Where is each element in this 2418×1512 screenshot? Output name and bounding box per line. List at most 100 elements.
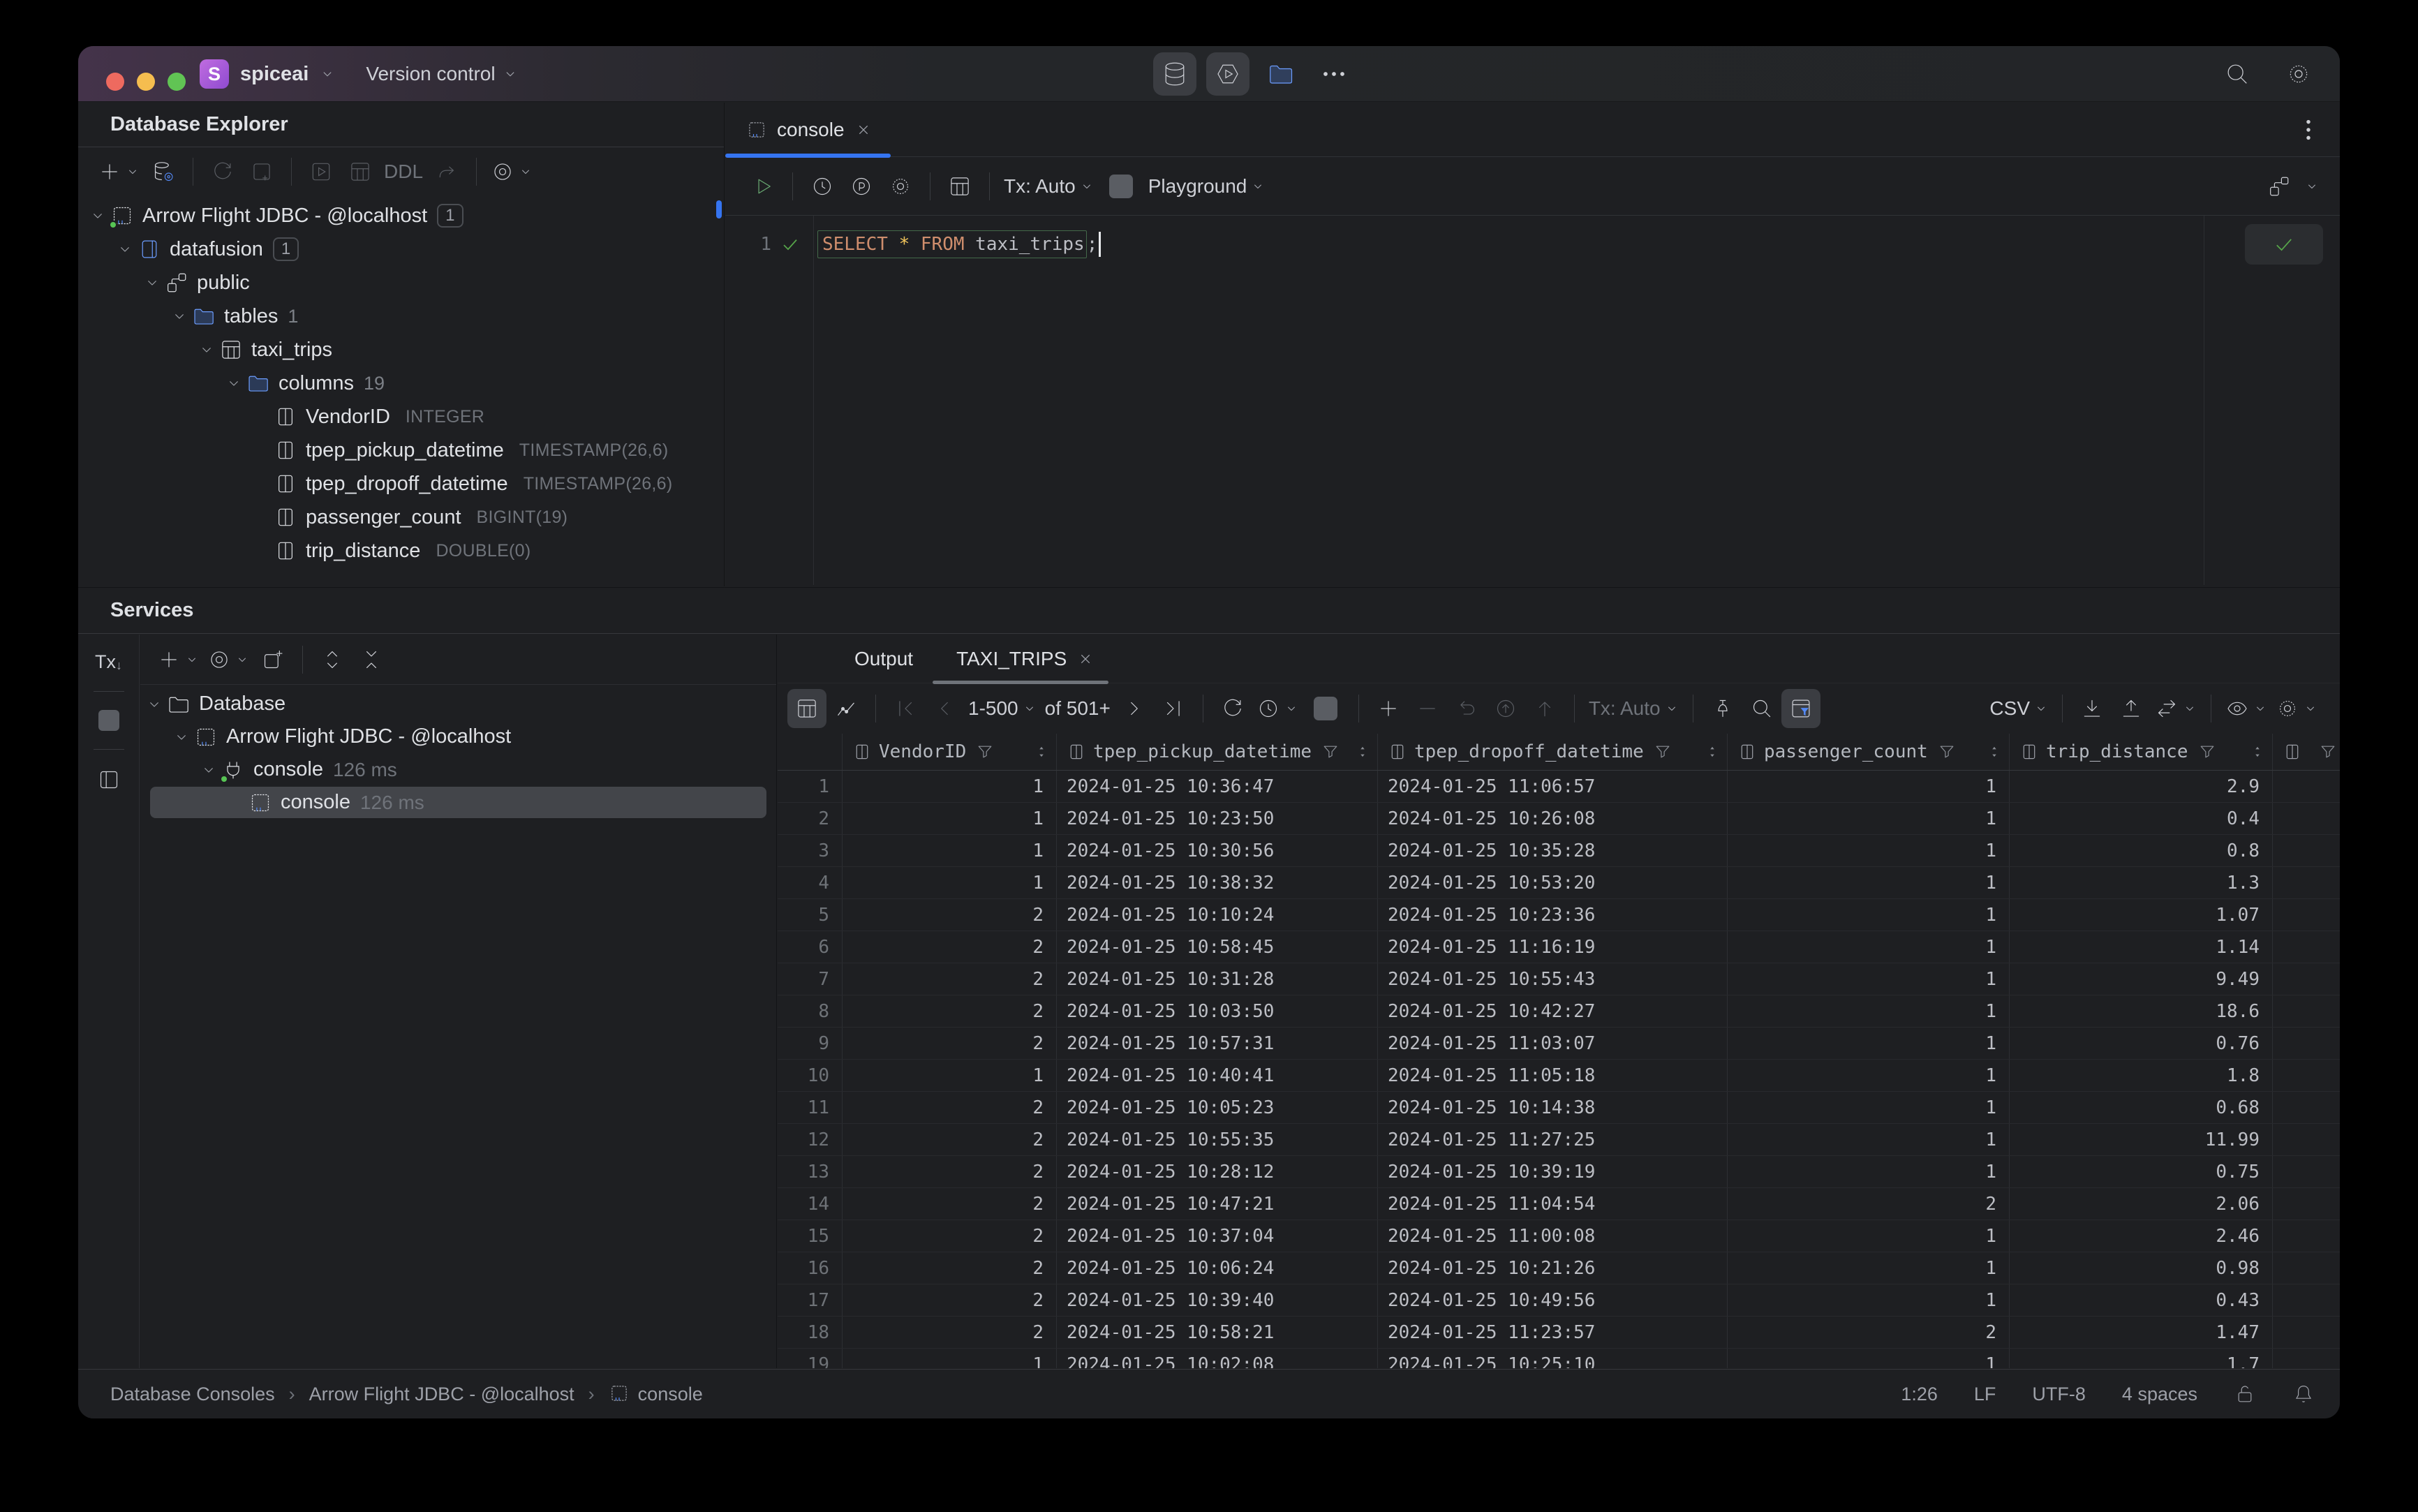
cell[interactable]: 2024-01-25 10:02:08 bbox=[1057, 1349, 1378, 1368]
table-row[interactable]: 1 1 2024-01-25 10:36:47 2024-01-25 11:06:57… bbox=[778, 771, 2340, 803]
cell[interactable]: 2.9 bbox=[2010, 771, 2273, 802]
layout-icon[interactable] bbox=[97, 768, 121, 792]
chevron-down-icon[interactable] bbox=[85, 203, 110, 228]
cell[interactable] bbox=[2273, 1188, 2340, 1220]
cell[interactable] bbox=[2273, 1252, 2340, 1284]
table-row[interactable]: 14 2 2024-01-25 10:47:21 2024-01-25 11:04:5… bbox=[778, 1188, 2340, 1220]
tree-item-tables[interactable]: tables 1 bbox=[78, 299, 724, 333]
cell[interactable]: 2 bbox=[1728, 1317, 2010, 1348]
cell[interactable]: 2 bbox=[843, 963, 1057, 995]
cell[interactable]: 0.68 bbox=[2010, 1092, 2273, 1123]
cell[interactable]: 2 bbox=[843, 1028, 1057, 1059]
tree-item-vendorid[interactable]: VendorID INTEGER bbox=[78, 400, 724, 433]
cell[interactable]: 1 bbox=[1728, 899, 2010, 931]
cell[interactable]: 2 bbox=[843, 931, 1057, 963]
cell[interactable]: 2024-01-25 11:06:57 bbox=[1378, 771, 1728, 802]
column-header-tpep_dropoff_datetime[interactable]: tpep_dropoff_datetime bbox=[1378, 734, 1728, 770]
cell[interactable]: 2024-01-25 10:05:23 bbox=[1057, 1092, 1378, 1123]
chevron-down-icon[interactable] bbox=[140, 270, 165, 295]
schema-selector[interactable] bbox=[2267, 175, 2319, 198]
tab-console[interactable]: console bbox=[725, 103, 891, 158]
tx-mode-select[interactable]: Tx: Auto bbox=[1000, 167, 1098, 206]
export-data-button[interactable] bbox=[2072, 689, 2112, 728]
open-in-new-tab-button[interactable] bbox=[253, 640, 292, 679]
chevron-down-icon[interactable] bbox=[112, 237, 138, 262]
encoding-widget[interactable]: UTF-8 bbox=[2032, 1384, 2086, 1405]
cell[interactable]: 1 bbox=[1728, 963, 2010, 995]
chevron-down-icon[interactable] bbox=[196, 757, 221, 783]
cell[interactable]: 1 bbox=[843, 803, 1057, 834]
console-color-swatch[interactable] bbox=[1098, 167, 1144, 206]
cell[interactable] bbox=[2273, 835, 2340, 866]
indent-widget[interactable]: 4 spaces bbox=[2122, 1384, 2197, 1405]
column-header-vendorid[interactable]: VendorID bbox=[843, 734, 1057, 770]
cell[interactable]: 2024-01-25 10:40:41 bbox=[1057, 1060, 1378, 1091]
table-row[interactable]: 17 2 2024-01-25 10:39:40 2024-01-25 10:49:5… bbox=[778, 1284, 2340, 1317]
tree-item-console[interactable]: console 126 ms bbox=[140, 753, 776, 786]
cell[interactable]: 2024-01-25 10:35:28 bbox=[1378, 835, 1728, 866]
cell[interactable]: 1.47 bbox=[2010, 1317, 2273, 1348]
cell[interactable]: 1 bbox=[843, 835, 1057, 866]
table-row[interactable]: 16 2 2024-01-25 10:06:24 2024-01-25 10:21:2… bbox=[778, 1252, 2340, 1284]
cell[interactable]: 1 bbox=[1728, 1060, 2010, 1091]
cell[interactable]: 18.6 bbox=[2010, 995, 2273, 1027]
cell[interactable]: 1.07 bbox=[2010, 899, 2273, 931]
cell[interactable]: 1 bbox=[1728, 803, 2010, 834]
cell[interactable] bbox=[2273, 1060, 2340, 1091]
datasource-properties-button[interactable] bbox=[144, 152, 183, 191]
cell[interactable]: 1.3 bbox=[2010, 867, 2273, 898]
cell[interactable]: 2024-01-25 10:30:56 bbox=[1057, 835, 1378, 866]
cell[interactable]: 1 bbox=[1728, 931, 2010, 963]
cell[interactable] bbox=[2273, 1349, 2340, 1368]
cell[interactable]: 2024-01-25 11:05:18 bbox=[1378, 1060, 1728, 1091]
cell[interactable]: 2 bbox=[1728, 1188, 2010, 1220]
next-page-button[interactable] bbox=[1115, 689, 1154, 728]
column-header-passenger_count[interactable]: passenger_count bbox=[1728, 734, 2010, 770]
cell[interactable]: 2.06 bbox=[2010, 1188, 2273, 1220]
close-window-button[interactable] bbox=[106, 73, 124, 91]
column-header-rate[interactable]: Rate bbox=[2273, 734, 2340, 770]
playground-select[interactable]: Playground bbox=[1144, 167, 1270, 206]
reload-page-button[interactable] bbox=[1213, 689, 1252, 728]
filter-icon[interactable] bbox=[1321, 743, 1340, 761]
cell[interactable]: 2024-01-25 10:36:47 bbox=[1057, 771, 1378, 802]
services-tool-window-button[interactable] bbox=[1206, 52, 1249, 96]
cell[interactable] bbox=[2273, 899, 2340, 931]
cell[interactable]: 2024-01-25 11:23:57 bbox=[1378, 1317, 1728, 1348]
last-page-button[interactable] bbox=[1154, 689, 1193, 728]
cell[interactable]: 2024-01-25 10:55:43 bbox=[1378, 963, 1728, 995]
cell[interactable]: 2024-01-25 10:58:45 bbox=[1057, 931, 1378, 963]
view-options-button[interactable] bbox=[203, 640, 253, 679]
sort-icon[interactable] bbox=[1355, 744, 1370, 759]
chevron-down-icon[interactable] bbox=[221, 371, 246, 396]
cell[interactable] bbox=[2273, 1156, 2340, 1187]
cell[interactable]: 2024-01-25 11:03:07 bbox=[1378, 1028, 1728, 1059]
cell[interactable]: 2024-01-25 10:23:36 bbox=[1378, 899, 1728, 931]
cell[interactable]: 11.99 bbox=[2010, 1124, 2273, 1155]
cell[interactable] bbox=[2273, 931, 2340, 963]
cell[interactable] bbox=[2273, 1124, 2340, 1155]
table-row[interactable]: 12 2 2024-01-25 10:55:35 2024-01-25 11:27:2… bbox=[778, 1124, 2340, 1156]
table-row[interactable]: 13 2 2024-01-25 10:28:12 2024-01-25 10:39:1… bbox=[778, 1156, 2340, 1188]
notifications-bell-icon[interactable] bbox=[2292, 1383, 2315, 1405]
table-row[interactable]: 18 2 2024-01-25 10:58:21 2024-01-25 11:23:5… bbox=[778, 1317, 2340, 1349]
sort-icon[interactable] bbox=[1987, 744, 2002, 759]
tab-taxi_trips[interactable]: TAXI_TRIPS bbox=[930, 635, 1111, 684]
page-size-select[interactable]: 1-500 bbox=[964, 689, 1041, 728]
cell[interactable] bbox=[2273, 995, 2340, 1027]
line-ending-widget[interactable]: LF bbox=[1974, 1384, 1996, 1405]
tree-item-database[interactable]: Database bbox=[140, 688, 776, 720]
filter-icon[interactable] bbox=[1654, 743, 1672, 761]
cell[interactable] bbox=[2273, 1028, 2340, 1059]
cell[interactable] bbox=[2273, 963, 2340, 995]
cell[interactable]: 2024-01-25 11:04:54 bbox=[1378, 1188, 1728, 1220]
cell[interactable]: 2024-01-25 10:39:19 bbox=[1378, 1156, 1728, 1187]
cell[interactable]: 1 bbox=[843, 771, 1057, 802]
unlock-icon[interactable] bbox=[2234, 1383, 2256, 1405]
parameters-button[interactable] bbox=[842, 167, 881, 206]
cell[interactable]: 2024-01-25 10:31:28 bbox=[1057, 963, 1378, 995]
cell[interactable]: 2024-01-25 10:38:32 bbox=[1057, 867, 1378, 898]
tree-item-trip-distance[interactable]: trip_distance DOUBLE(0) bbox=[78, 534, 724, 568]
grid-settings-button[interactable] bbox=[2271, 689, 2322, 728]
cell[interactable]: 1.8 bbox=[2010, 1060, 2273, 1091]
